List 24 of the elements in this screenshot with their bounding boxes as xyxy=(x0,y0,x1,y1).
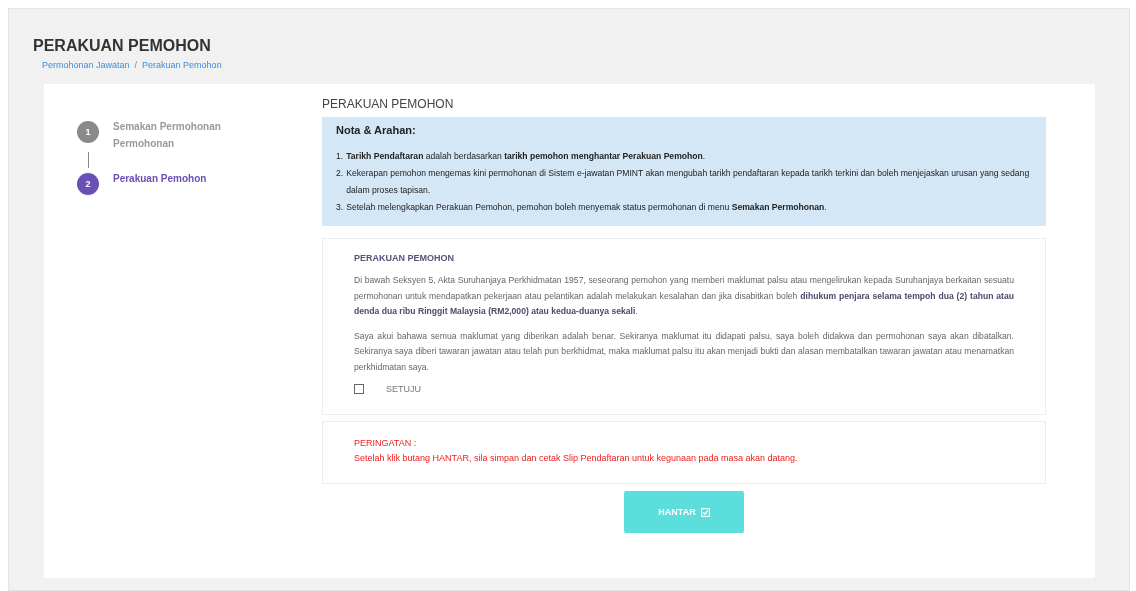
notes-title: Nota & Arahan: xyxy=(336,124,417,136)
declaration-title: PERAKUAN PEMOHON xyxy=(354,253,455,263)
step-number: 1 xyxy=(77,121,99,143)
note-item: Kekerapan pemohon mengemas kini permohonan di Sistem e-jawatan PMINT akan mengubah tarikh pendaftaran kepada tarikh terkini dan boleh menjejaskan urusan yang sedang dalam proses tapisan. xyxy=(346,167,1031,197)
list-number: 3. xyxy=(336,201,344,214)
declaration-paragraph: Di bawah Seksyen 5, Akta Suruhanjaya Perkhidmatan 1957, seseorang pemohon yang memberi maklumat palsu atau mengelirukan kepada Suruhanjaya berkaitan sesuatu permohonan untuk mendapatkan pekerjaan atau pelantikan adalah melakukan kesalahan dan jika disabitkan boleh dihukum penjara selama tempoh dua (2) tahun atau denda dua ribu Ringgit Malaysia (RM2,000) atau kedua-duanya sekali. xyxy=(354,274,1014,318)
breadcrumb-link[interactable]: Perakuan Pemohon xyxy=(142,60,222,70)
page-title: PERAKUAN PEMOHON xyxy=(33,37,212,55)
agree-checkbox[interactable] xyxy=(354,384,364,394)
agree-label: SETUJU xyxy=(386,384,421,394)
step-number: 2 xyxy=(77,173,99,195)
warning-text: Setelah klik butang HANTAR, sila simpan dan cetak Slip Pendaftaran untuk kegunaan pada masa akan datang. xyxy=(354,452,799,465)
checkbox-icon xyxy=(700,507,710,517)
section-title: PERAKUAN PEMOHON xyxy=(322,97,455,111)
step-item[interactable]: 1 Semakan Permohonan Permohonan xyxy=(77,118,322,152)
breadcrumb-separator: / xyxy=(134,60,138,70)
warning-title: PERINGATAN : xyxy=(354,437,418,450)
breadcrumb-link[interactable]: Permohonan Jawatan xyxy=(42,60,130,70)
note-item: Setelah melengkapkan Perakuan Pemohon, pemohon boleh menyemak status permohonan di menu Semakan Permohonan. xyxy=(346,201,827,214)
list-number: 1. xyxy=(336,150,344,163)
list-number: 2. xyxy=(336,167,344,180)
note-item: Tarikh Pendaftaran adalah berdasarkan tarikh pemohon menghantar Perakuan Pemohon. xyxy=(346,150,706,163)
declaration-paragraph: Saya akui bahawa semua maklumat yang diberikan adalah benar. Sekiranya maklumat itu didapati palsu, saya boleh didakwa dan permohonan saya akan dibatalkan. Sekiranya saya diberi tawaran jawatan atau telah pun berkhidmat, maka maklumat palsu itu akan menjadi bukti dan alasan membatalkan tawaran jawatan atau menamatkan perkhidmatan saya. xyxy=(354,329,1014,374)
step-item[interactable]: 2 Perakuan Pemohon xyxy=(77,170,322,195)
